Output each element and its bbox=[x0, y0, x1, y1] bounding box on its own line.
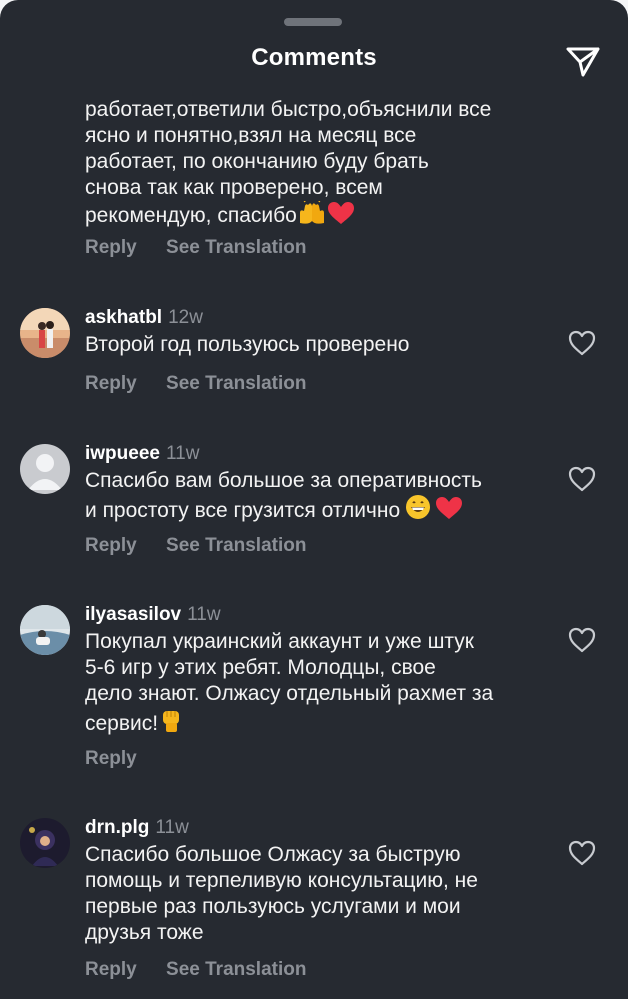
avatar[interactable] bbox=[20, 444, 70, 494]
see-translation-button[interactable]: See Translation bbox=[166, 237, 306, 258]
drag-handle[interactable] bbox=[284, 18, 342, 26]
comment-username[interactable]: iwpueee bbox=[85, 443, 160, 464]
comment-text-wrap: Спасибо вам большое за оперативность и п… bbox=[85, 468, 545, 525]
comment-time: 11w bbox=[165, 443, 200, 464]
partial-comment-actions: Reply See Translation bbox=[85, 237, 330, 259]
see-translation-button[interactable]: See Translation bbox=[166, 373, 306, 394]
comments-sheet: Comments работает,ответили быстро,объясн… bbox=[0, 0, 628, 999]
comment-text: Покупал украинский аккаунт и уже штук 5-… bbox=[85, 630, 494, 735]
comment-text-wrap: Покупал украинский аккаунт и уже штук 5-… bbox=[85, 629, 545, 738]
red-heart-icon bbox=[435, 496, 463, 525]
reply-button[interactable]: Reply bbox=[85, 237, 137, 258]
comment-text: Второй год пользуюсь проверено bbox=[85, 333, 410, 356]
see-translation-button[interactable]: See Translation bbox=[166, 959, 306, 980]
see-translation-button[interactable]: See Translation bbox=[166, 535, 306, 556]
comment-username[interactable]: askhatbl bbox=[85, 307, 162, 328]
comment-actions: Reply See Translation bbox=[85, 373, 330, 395]
comment-actions: Reply bbox=[85, 748, 161, 770]
avatar[interactable] bbox=[20, 818, 70, 868]
comment-time: 12w bbox=[168, 307, 203, 328]
comment-meta: ilyasasilov 11w bbox=[85, 603, 221, 627]
avatar[interactable] bbox=[20, 308, 70, 358]
red-heart-icon bbox=[327, 201, 355, 230]
like-heart-icon[interactable] bbox=[568, 330, 596, 356]
raising-hands-icon bbox=[297, 199, 327, 230]
reply-button[interactable]: Reply bbox=[85, 959, 137, 980]
paper-plane-icon[interactable] bbox=[563, 42, 603, 82]
comment-time: 11w bbox=[155, 817, 189, 838]
comment-meta: iwpueee 11w bbox=[85, 442, 199, 466]
comment-meta: drn.plg 11w bbox=[85, 816, 189, 840]
comment-actions: Reply See Translation bbox=[85, 535, 330, 557]
partial-comment-text: работает,ответили быстро,объяснили все я… bbox=[85, 98, 492, 227]
like-heart-icon[interactable] bbox=[568, 466, 596, 492]
avatar[interactable] bbox=[20, 605, 70, 655]
comment-username[interactable]: drn.plg bbox=[85, 817, 149, 838]
comment-text: Спасибо большое Олжасу за быструю помощь… bbox=[85, 843, 478, 944]
reply-button[interactable]: Reply bbox=[85, 373, 137, 394]
reply-button[interactable]: Reply bbox=[85, 748, 137, 769]
comment-actions: Reply See Translation bbox=[85, 959, 330, 981]
like-heart-icon[interactable] bbox=[568, 627, 596, 653]
like-heart-icon[interactable] bbox=[568, 840, 596, 866]
comment-meta: askhatbl 12w bbox=[85, 306, 203, 330]
partial-comment: работает,ответили быстро,объяснили все я… bbox=[85, 97, 555, 230]
sheet-title: Comments bbox=[251, 44, 377, 71]
raised-fist-icon bbox=[158, 707, 184, 738]
comment-username[interactable]: ilyasasilov bbox=[85, 604, 181, 625]
comment-time: 11w bbox=[187, 604, 221, 625]
reply-button[interactable]: Reply bbox=[85, 535, 137, 556]
grinning-face-icon bbox=[405, 494, 431, 525]
